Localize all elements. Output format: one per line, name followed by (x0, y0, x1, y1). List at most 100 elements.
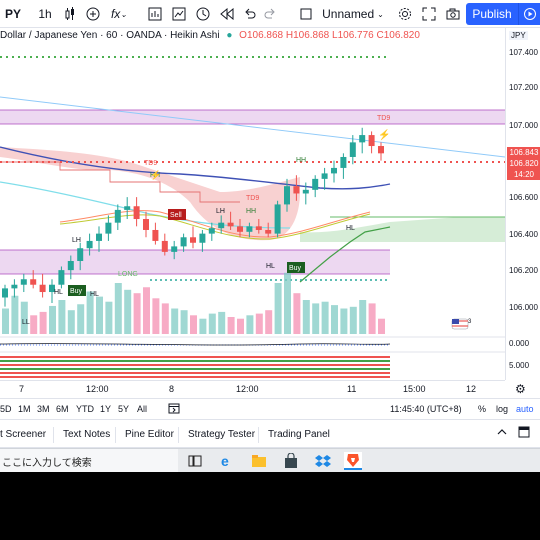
rewind-icon[interactable] (218, 3, 236, 25)
tab-strategy-tester[interactable]: Strategy Tester (188, 429, 255, 440)
lightning-icon-2: ⚡ (150, 169, 161, 181)
volume-bar (246, 315, 254, 334)
tab-pine-editor[interactable]: Pine Editor (125, 429, 174, 440)
volume-bar (67, 310, 75, 334)
publish-button[interactable]: Publish (466, 3, 518, 25)
candle-body (255, 226, 262, 230)
candle-body (331, 167, 337, 174)
volume-bar (114, 283, 122, 334)
range-ytd[interactable]: YTD (76, 404, 94, 414)
snapshot-camera-icon[interactable] (444, 3, 462, 25)
range-5y[interactable]: 5Y (118, 404, 129, 414)
td9-top-label: TD9 (377, 115, 390, 122)
store-icon[interactable] (282, 452, 300, 470)
undo-icon[interactable] (242, 3, 258, 25)
range-bar: 5D 1M 3M 6M YTD 1Y 5Y All 11:45:40 (UTC+… (0, 398, 540, 420)
td9-mid-label: TD9 (246, 195, 259, 202)
candle-body (2, 288, 8, 298)
fullscreen-rect-icon[interactable] (298, 3, 314, 25)
tab-stock-screener[interactable]: t Screener (0, 429, 46, 440)
interval-button[interactable]: 1h (30, 3, 60, 25)
time-label-4: 11 (347, 384, 357, 394)
volume-bar (274, 283, 282, 334)
alert-icon[interactable] (170, 3, 188, 25)
candle-body (39, 284, 46, 293)
time-axis[interactable]: 7 12:00 8 12:00 11 15:00 12 ⚙ (0, 380, 526, 396)
candle-body (152, 229, 159, 241)
brave-browser-icon[interactable] (344, 452, 362, 470)
chart-legend: Dollar / Japanese Yen · 60 · OANDA · Hei… (0, 30, 420, 42)
range-3m[interactable]: 3M (37, 404, 50, 414)
candle-body (340, 156, 347, 168)
candle-body (86, 240, 93, 249)
volume-bar (2, 308, 9, 334)
volume-bar (293, 293, 301, 334)
templates-icon[interactable] (146, 3, 164, 25)
osc-label-five: 5.000 (509, 361, 530, 370)
settings-gear-icon[interactable] (396, 3, 414, 25)
volume-bar (378, 318, 385, 334)
chart-type-icon[interactable] (62, 3, 78, 25)
panel-expand-chevron-icon[interactable] (496, 426, 508, 441)
interval-label: 1h (38, 7, 52, 21)
price-scale[interactable]: JPY 107.400 107.200 107.000 106.600 106.… (505, 28, 540, 380)
candle-body (11, 284, 18, 289)
tab-trading-panel[interactable]: Trading Panel (268, 429, 330, 440)
volume-bar (199, 318, 207, 334)
candle-body (77, 248, 84, 261)
symbol-search-button[interactable]: PY (0, 3, 26, 25)
hh-label-3: HH (246, 208, 256, 215)
compare-add-icon[interactable] (84, 3, 102, 25)
layout-name-button[interactable]: Unnamed ⌄ (318, 3, 388, 25)
panel-maximize-icon[interactable] (518, 426, 530, 441)
dropbox-icon[interactable] (314, 452, 332, 470)
candle-body (114, 209, 121, 223)
log-toggle[interactable]: log (496, 404, 508, 414)
indicators-label: fx (110, 7, 121, 21)
range-5d[interactable]: 5D (0, 404, 12, 414)
candle-body (30, 279, 37, 285)
indicators-button[interactable]: fx ⌄ (108, 3, 130, 25)
taskbar-search-box[interactable]: ここに入力して検索 (0, 449, 178, 472)
hl-label-3: HL (90, 291, 99, 298)
redo-icon[interactable] (262, 3, 278, 25)
symbol-label: PY (4, 7, 21, 21)
range-6m[interactable]: 6M (56, 404, 69, 414)
goto-date-icon[interactable] (168, 402, 180, 417)
candle-body (265, 229, 272, 234)
candle-body (359, 135, 366, 143)
task-view-icon[interactable] (186, 452, 204, 470)
time-label-6: 12 (466, 384, 477, 394)
replay-clock-icon[interactable] (194, 3, 212, 25)
edge-browser-icon[interactable]: e (218, 452, 236, 470)
hl-label-1: HL (346, 225, 355, 232)
range-1m[interactable]: 1M (18, 404, 31, 414)
tab-text-notes[interactable]: Text Notes (63, 429, 110, 440)
axis-settings-gear-icon[interactable]: ⚙ (515, 382, 526, 396)
range-1y[interactable]: 1Y (100, 404, 111, 414)
price-label-106400: 106.400 (509, 230, 538, 239)
candle-body (218, 222, 225, 229)
file-explorer-icon[interactable] (250, 452, 268, 470)
volume-bar (105, 301, 113, 334)
volume-bar (152, 298, 160, 334)
fullscreen-expand-icon[interactable] (420, 3, 438, 25)
candle-body (124, 206, 131, 210)
range-all[interactable]: All (137, 404, 147, 414)
legend-ohlc: O106.868 H106.868 L106.776 C106.820 (239, 30, 420, 41)
layout-name-label: Unnamed (322, 7, 375, 21)
currency-label: JPY (509, 31, 528, 40)
clock-label[interactable]: 11:45:40 (UTC+8) (390, 404, 462, 414)
time-label-0: 7 (19, 384, 25, 394)
candle-body (105, 222, 112, 234)
candle-body (96, 233, 102, 241)
auto-toggle[interactable]: auto (516, 404, 534, 414)
volume-bar (143, 287, 150, 334)
volume-bar (39, 311, 47, 334)
td9-left-label: TD9 (144, 160, 157, 167)
publish-play-icon[interactable] (518, 3, 540, 25)
percent-toggle[interactable]: % (478, 404, 486, 414)
price-chart[interactable]: TD9 TD9 TD9 HH HH HH LH LH HL HL HL HL L… (0, 42, 505, 380)
volume-bar (58, 300, 66, 334)
candle-body (368, 135, 375, 147)
